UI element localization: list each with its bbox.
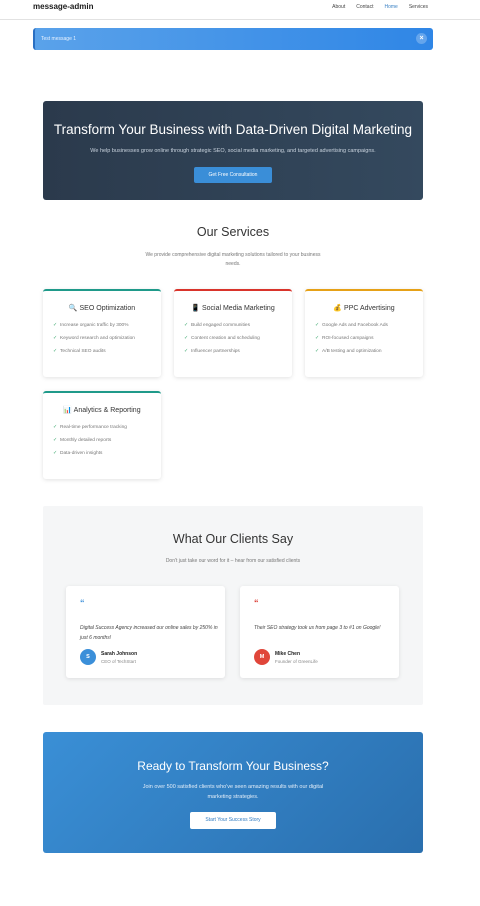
check-icon: ✓ xyxy=(184,349,189,354)
list-item: ✓ Google Ads and Facebook Ads xyxy=(315,323,388,328)
phone-icon: 📱 xyxy=(191,305,200,312)
toast-message: Test message 1 xyxy=(41,36,77,42)
client-role: Founder of GreenLife xyxy=(275,659,318,664)
service-card-social: 📱 Social Media Marketing ✓ Build engaged … xyxy=(174,289,292,377)
money-bag-icon: 💰 xyxy=(333,305,343,312)
check-icon: ✓ xyxy=(53,425,58,430)
top-navbar: message-admin About Contact Home Service… xyxy=(0,0,480,20)
brand-logo[interactable]: message-admin xyxy=(33,2,93,11)
service-card-label: Social Media Marketing xyxy=(201,305,275,312)
nav-link-home[interactable]: Home xyxy=(384,4,397,10)
service-card-title: 🔍 SEO Optimization xyxy=(43,304,161,312)
service-card-label: SEO Optimization xyxy=(79,305,136,312)
service-card-seo: 🔍 SEO Optimization ✓ Increase organic tra… xyxy=(43,289,161,377)
check-icon: ✓ xyxy=(53,336,58,341)
check-icon: ✓ xyxy=(184,336,189,341)
list-item: ✓ Content creation and scheduling xyxy=(184,336,260,341)
avatar: M xyxy=(254,649,270,665)
list-item: ✓ ROI-focused campaigns xyxy=(315,336,374,341)
notification-toast: Test message 1 × xyxy=(33,28,433,50)
get-free-consultation-button[interactable]: Get Free Consultation xyxy=(194,167,272,183)
cta-banner: Ready to Transform Your Business? Join o… xyxy=(43,732,423,853)
service-card-ppc: 💰 PPC Advertising ✓ Google Ads and Facebo… xyxy=(305,289,423,377)
testimonial-card: “ Digital Success Agency increased our o… xyxy=(66,586,225,678)
magnifier-icon: 🔍 xyxy=(68,305,78,312)
feature-list: ✓ Build engaged communities ✓ Content crea… xyxy=(184,323,260,362)
avatar: S xyxy=(80,649,96,665)
testimonials-section: What Our Clients Say Don't just take our… xyxy=(43,506,423,705)
check-icon: ✓ xyxy=(315,336,320,341)
list-item: ✓ Increase organic traffic by 300% xyxy=(53,323,129,328)
start-success-story-button[interactable]: Start Your Success Story xyxy=(190,812,276,829)
feature-list: ✓ Google Ads and Facebook Ads ✓ ROI-focuse… xyxy=(315,323,388,362)
testimonial-text: Their SEO strategy took us from page 3 t… xyxy=(254,625,381,631)
service-card-label: PPC Advertising xyxy=(344,305,395,312)
check-icon: ✓ xyxy=(184,323,189,328)
nav-link-contact[interactable]: Contact xyxy=(356,4,373,10)
nav-link-about[interactable]: About xyxy=(332,4,345,10)
testimonials-subtitle: Don't just take our word for it – hear f… xyxy=(165,558,301,564)
service-card-analytics: 📊 Analytics & Reporting ✓ Real-time perfo… xyxy=(43,391,161,479)
check-icon: ✓ xyxy=(53,349,58,354)
client-role: CEO of TechStart xyxy=(101,659,136,664)
cta-title: Ready to Transform Your Business? xyxy=(137,759,329,773)
nav-link-services[interactable]: Services xyxy=(409,4,428,10)
list-item: ✓ Monthly detailed reports xyxy=(53,438,112,443)
service-card-title: 📊 Analytics & Reporting xyxy=(43,406,161,414)
service-card-label: Analytics & Reporting xyxy=(73,407,141,414)
feature-list: ✓ Increase organic traffic by 300% ✓ Keywo… xyxy=(53,323,135,362)
list-item: ✓ Keyword research and optimization xyxy=(53,336,135,341)
quote-icon: “ xyxy=(80,598,85,608)
list-item: ✓ Real-time performance tracking xyxy=(53,425,127,430)
close-icon[interactable]: × xyxy=(416,33,427,44)
quote-icon: “ xyxy=(254,598,259,608)
hero-banner: Transform Your Business with Data-Driven… xyxy=(43,101,423,200)
check-icon: ✓ xyxy=(315,323,320,328)
main-nav: About Contact Home Services xyxy=(321,4,428,10)
client-name: Mike Chen xyxy=(275,651,301,657)
services-title: Our Services xyxy=(196,225,270,239)
list-item: ✓ Build engaged communities xyxy=(184,323,250,328)
list-item: ✓ Influencer partnerships xyxy=(184,349,240,354)
check-icon: ✓ xyxy=(53,438,58,443)
list-item: ✓ Data-driven insights xyxy=(53,451,103,456)
list-item: ✓ A/B testing and optimization xyxy=(315,349,382,354)
testimonials-title: What Our Clients Say xyxy=(172,532,294,546)
hero-subtitle: We help businesses grow online through s… xyxy=(90,148,376,154)
bar-chart-icon: 📊 xyxy=(63,407,73,414)
check-icon: ✓ xyxy=(53,451,58,456)
client-name: Sarah Johnson xyxy=(101,651,138,657)
testimonial-card: “ Their SEO strategy took us from page 3… xyxy=(240,586,399,678)
service-card-title: 💰 PPC Advertising xyxy=(305,304,423,312)
hero-title: Transform Your Business with Data-Driven… xyxy=(53,122,413,137)
testimonial-text: Digital Success Agency increased our onl… xyxy=(80,625,218,641)
cta-subtitle: Join over 500 satisfied clients who've s… xyxy=(142,784,324,800)
services-subtitle: We provide comprehensive digital marketi… xyxy=(145,252,321,267)
service-card-title: 📱 Social Media Marketing xyxy=(174,304,292,312)
check-icon: ✓ xyxy=(53,323,58,328)
check-icon: ✓ xyxy=(315,349,320,354)
feature-list: ✓ Real-time performance tracking ✓ Monthly… xyxy=(53,425,127,464)
list-item: ✓ Technical SEO audits xyxy=(53,349,106,354)
